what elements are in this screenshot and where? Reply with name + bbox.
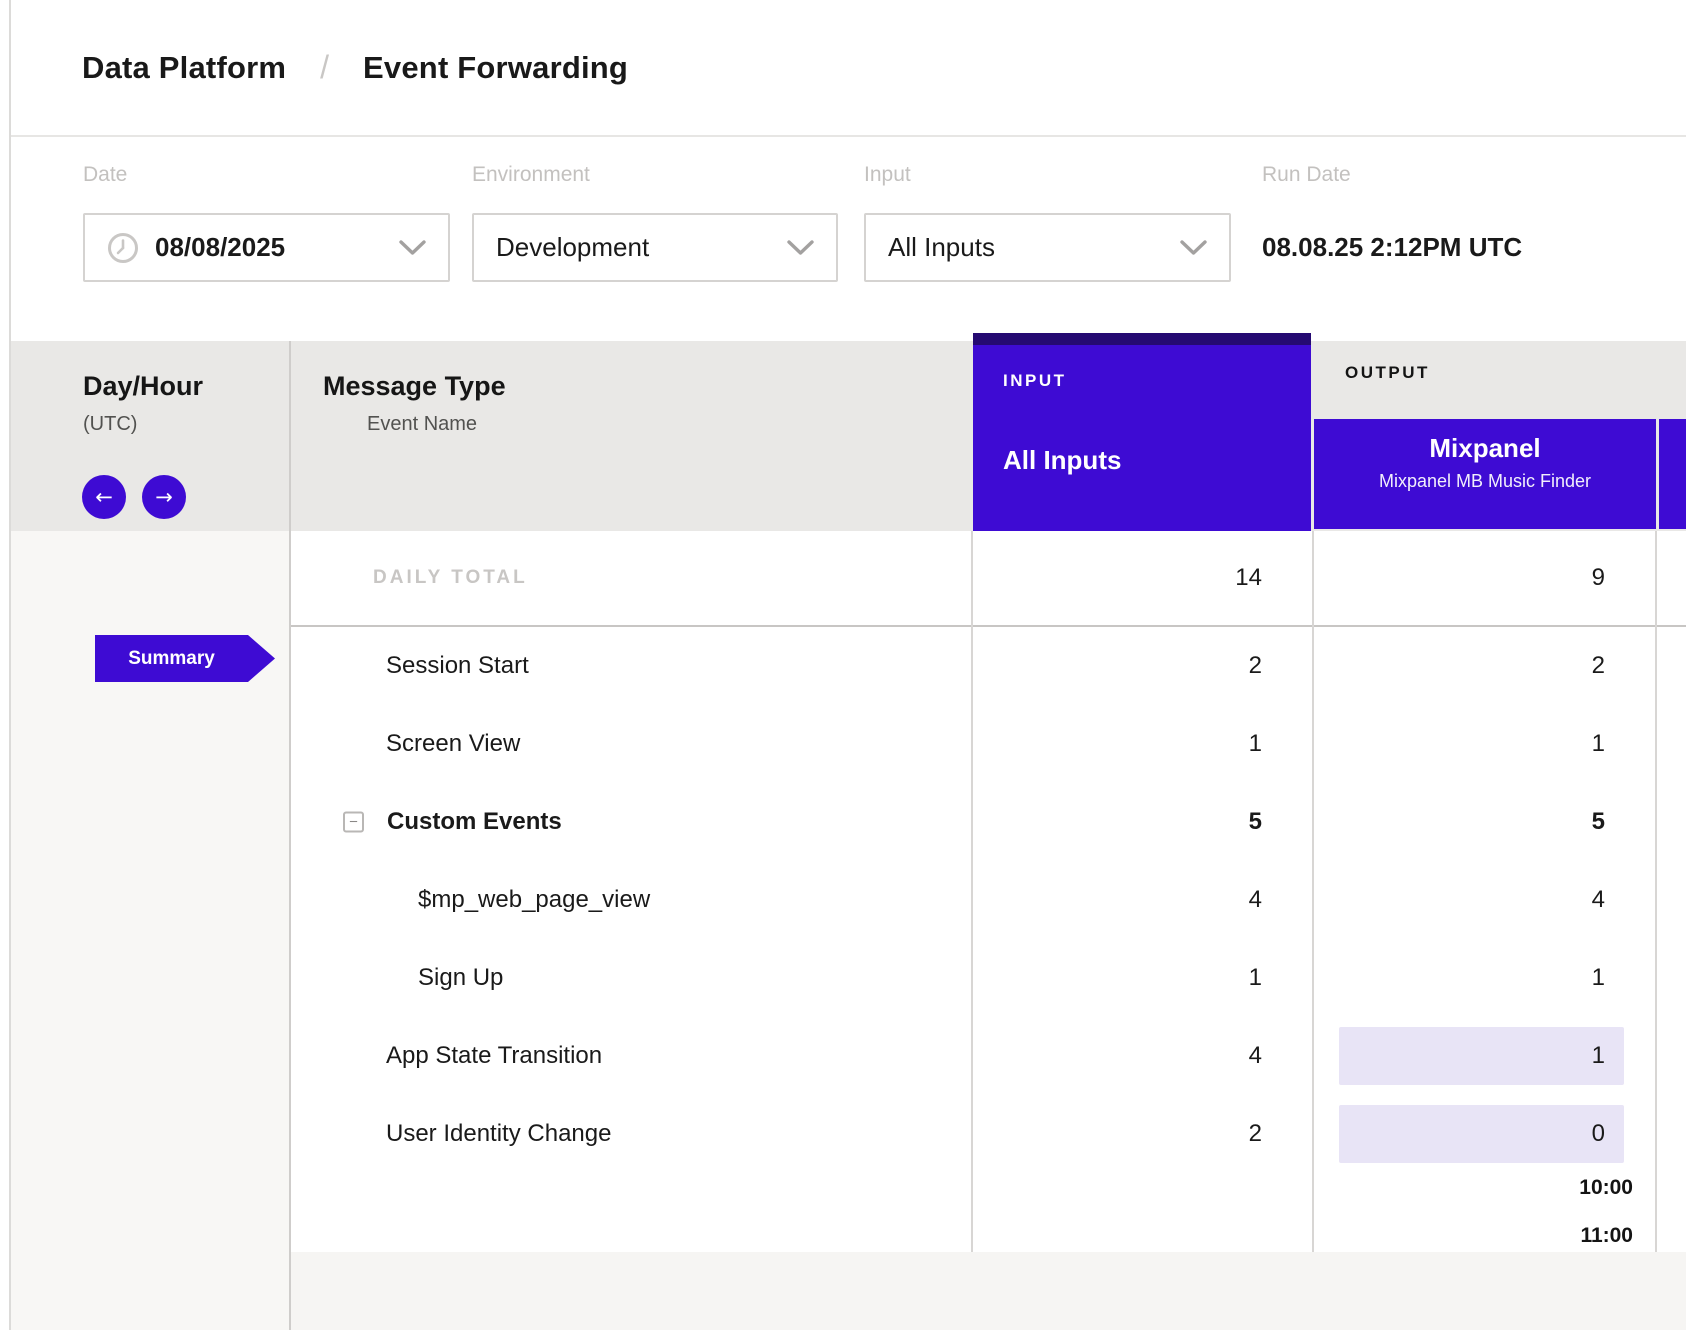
page-title: Event Forwarding [363,50,628,86]
table-row: User Identity Change 2 0 [291,1095,1686,1173]
event-forwarding-page: Data Platform / Event Forwarding Date 08… [0,0,1686,1330]
table-body: DAILY TOTAL 14 9 Session Start 2 2 Scree… [291,531,1686,1173]
input-dropdown[interactable]: All Inputs [864,213,1231,282]
input-column-name: All Inputs [1003,445,1121,476]
output-column-subtitle: Mixpanel MB Music Finder [1314,471,1656,492]
output-count-cell: 4 [1314,861,1658,939]
event-row-label: User Identity Change [291,1120,611,1148]
input-column-header[interactable]: INPUT All Inputs [973,333,1311,531]
output-count-cell: 5 [1314,783,1658,861]
column-divider [1655,531,1657,1330]
table-footer-band [291,1252,1686,1330]
output-column-name: Mixpanel [1314,433,1656,464]
collapse-minus-icon[interactable]: − [343,812,364,833]
message-type-title: Message Type [323,371,506,402]
table-row: $mp_web_page_view 4 4 [291,861,1686,939]
hour-label-10[interactable]: 10:00 [1579,1176,1633,1200]
summary-badge-label: Summary [128,648,215,670]
highlight-cell-background [1339,1105,1624,1163]
output-section-label: OUTPUT [1345,363,1430,383]
input-count-cell: 1 [973,705,1314,783]
input-count-cell: 4 [973,861,1314,939]
event-row-label: Custom Events [291,808,562,836]
table-row: Screen View 1 1 [291,705,1686,783]
table-row-custom-events: − Custom Events 5 5 [291,783,1686,861]
table-row: Sign Up 1 1 [291,939,1686,1017]
input-count-cell: 4 [973,1017,1314,1095]
table-row: Session Start 2 2 [291,627,1686,705]
chevron-down-icon [399,240,426,256]
input-count-cell: 5 [973,783,1314,861]
utc-subtitle: (UTC) [83,413,137,436]
run-date-value: 08.08.25 2:12PM UTC [1262,232,1522,263]
environment-value: Development [496,232,649,263]
date-value: 08/08/2025 [155,232,285,263]
input-column-top-accent [973,333,1311,345]
prev-day-button[interactable]: ← [82,475,126,519]
input-count-cell: 2 [973,627,1314,705]
daily-total-label: DAILY TOTAL [291,567,528,589]
input-count-cell: 1 [973,939,1314,1017]
hour-column-divider [289,341,291,1330]
environment-dropdown[interactable]: Development [472,213,838,282]
table-header-band: Message Type Event Name INPUT All Inputs… [291,341,1686,531]
input-count-cell: 2 [973,1095,1314,1173]
date-dropdown[interactable]: 08/08/2025 [83,213,450,282]
chevron-down-icon [787,240,814,256]
event-row-label: Sign Up [291,964,503,992]
summary-row-badge[interactable]: Summary [95,635,275,682]
event-row-label: $mp_web_page_view [291,886,650,914]
day-hour-title: Day/Hour [83,371,203,402]
event-row-label: Session Start [291,652,529,680]
next-day-button[interactable]: → [142,475,186,519]
output-count-cell: 1 [1314,705,1658,783]
output-count-cell-highlighted: 0 [1314,1095,1658,1173]
daily-total-output-cell: 9 [1314,531,1658,625]
output-count-cell: 2 [1314,627,1658,705]
event-name-subtitle: Event Name [367,413,477,436]
daily-total-input-cell: 14 [973,531,1314,625]
hour-rail-header: Day/Hour (UTC) ← → [11,341,289,531]
input-section-label: INPUT [1003,371,1067,391]
event-row-label: Screen View [291,730,520,758]
run-date-label: Run Date [1262,163,1351,187]
event-row-label: App State Transition [291,1042,602,1070]
chevron-down-icon [1180,240,1207,256]
input-filter-label: Input [864,163,911,187]
date-filter-label: Date [83,163,127,187]
output-count-cell-highlighted: 1 [1314,1017,1658,1095]
column-divider [971,531,973,1330]
output-column-header-partial[interactable] [1659,419,1686,529]
column-divider [1312,531,1314,1330]
clock-icon [107,232,139,264]
daily-total-row: DAILY TOTAL 14 9 [291,531,1686,627]
environment-filter-label: Environment [472,163,590,187]
output-column-header-mixpanel[interactable]: Mixpanel Mixpanel MB Music Finder [1314,419,1656,529]
hour-label-11[interactable]: 11:00 [1580,1224,1633,1248]
breadcrumb-separator: / [320,49,329,86]
highlight-cell-background [1339,1027,1624,1085]
input-filter-value: All Inputs [888,232,995,263]
output-count-cell: 1 [1314,939,1658,1017]
breadcrumb: Data Platform / Event Forwarding [11,0,1686,137]
breadcrumb-section[interactable]: Data Platform [82,50,286,86]
table-row: App State Transition 4 1 [291,1017,1686,1095]
